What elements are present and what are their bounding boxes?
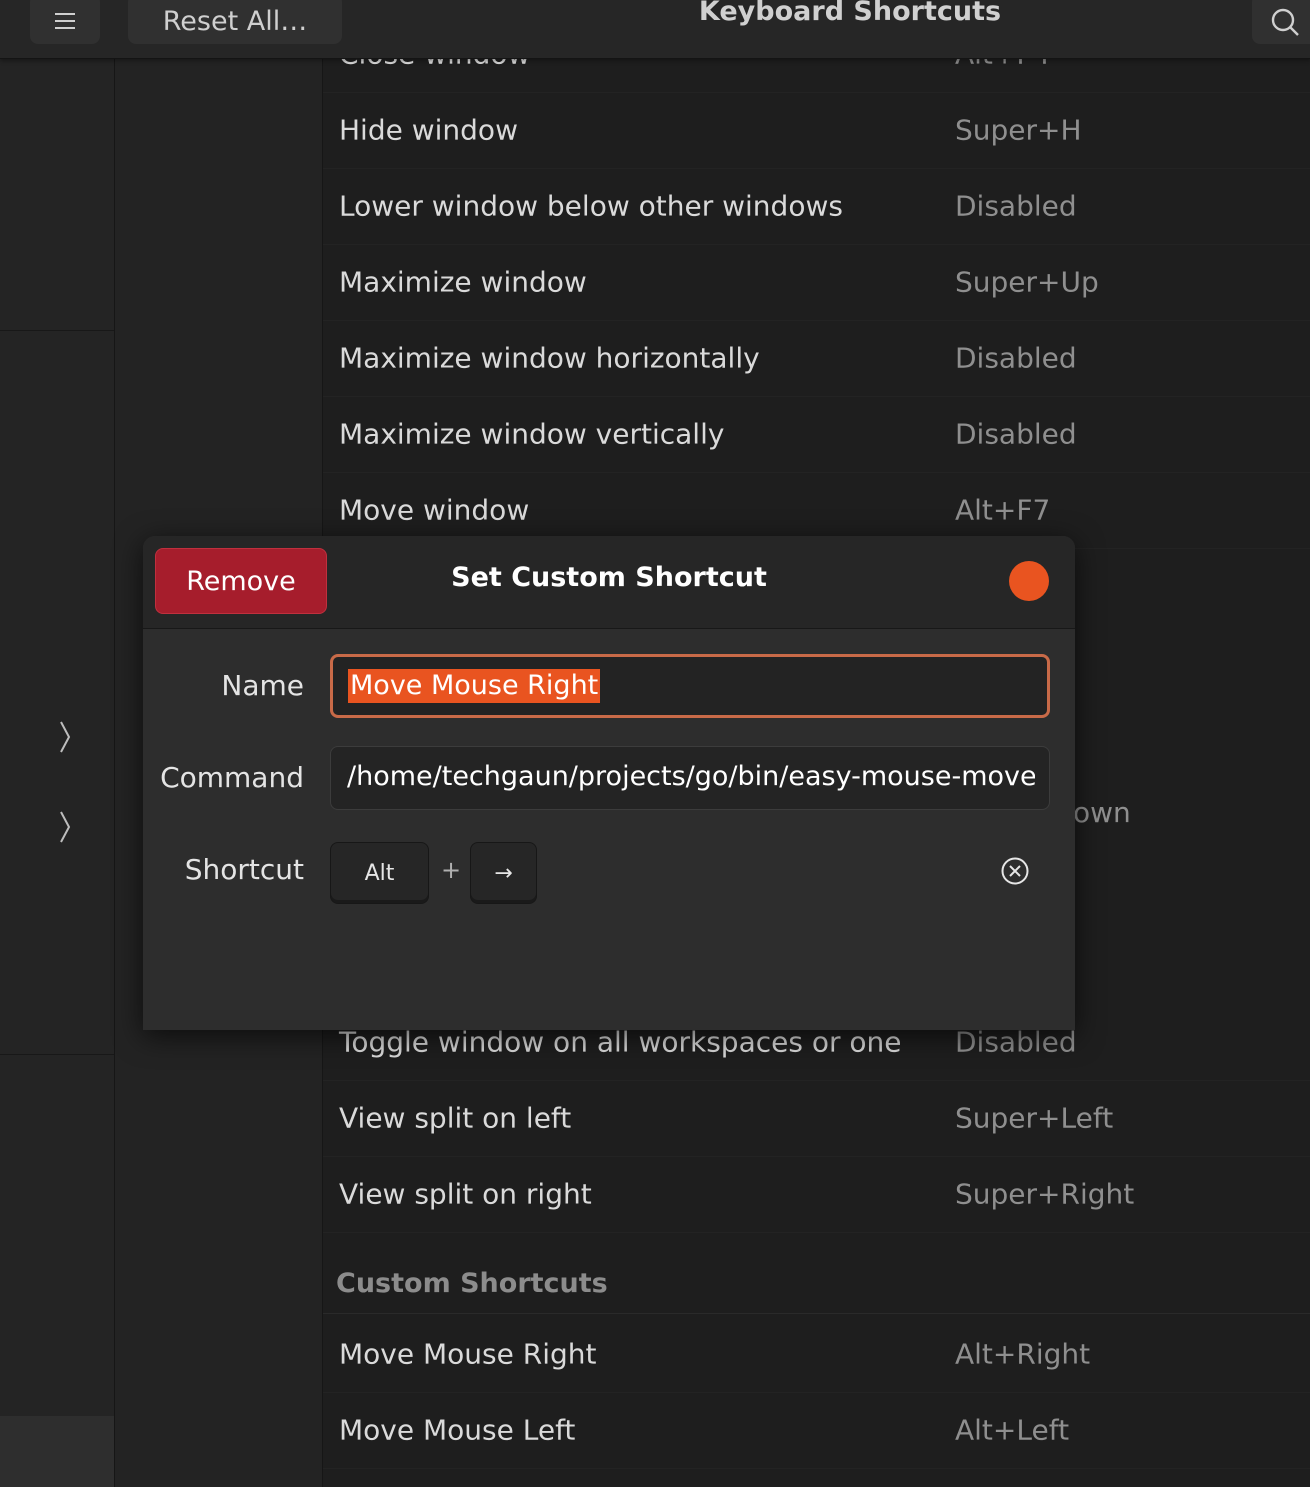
shortcut-accel: own	[1073, 796, 1131, 829]
shortcut-label: Maximize window	[339, 265, 587, 299]
shortcut-label: Shortcut	[184, 853, 304, 886]
command-label: Command	[160, 761, 304, 794]
shortcut-accel: Super+Up	[955, 265, 1099, 299]
shortcut-label: Move Mouse Left	[339, 1413, 576, 1447]
settings-sidebar	[0, 58, 115, 1487]
hamburger-menu-icon	[55, 13, 75, 29]
custom-shortcut-row[interactable]: Move Mouse Right Alt+Right	[323, 1316, 1310, 1393]
command-field[interactable]: /home/techgaun/projects/go/bin/easy-mous…	[330, 746, 1050, 810]
shortcut-row[interactable]: Hide window Super+H	[323, 92, 1310, 169]
shortcut-label: Maximize window vertically	[339, 417, 725, 451]
shortcut-label: Move window	[339, 493, 530, 527]
remove-button[interactable]: Remove	[155, 548, 327, 614]
custom-shortcuts-heading: Custom Shortcuts	[336, 1268, 608, 1299]
shortcut-label: View split on right	[339, 1177, 592, 1211]
shortcut-accel: Alt+Right	[955, 1337, 1091, 1371]
shortcut-label: Move Mouse Right	[339, 1337, 597, 1371]
close-icon[interactable]	[1009, 561, 1049, 601]
shortcut-key-right-arrow[interactable]: →	[470, 842, 537, 904]
chevron-right-icon[interactable]	[58, 810, 72, 848]
dialog-title: Set Custom Shortcut	[451, 562, 767, 593]
search-button[interactable]	[1252, 0, 1310, 44]
name-label: Name	[221, 669, 304, 702]
reset-all-button[interactable]: Reset All…	[128, 0, 342, 44]
header-bar: Reset All… Keyboard Shortcuts	[0, 0, 1310, 59]
main-menu-button[interactable]	[30, 0, 100, 44]
sidebar-divider	[0, 330, 114, 331]
command-field-value: /home/techgaun/projects/go/bin/easy-mous…	[347, 761, 1035, 792]
shortcut-row[interactable]: View split on right Super+Right	[323, 1156, 1310, 1233]
shortcut-key-alt[interactable]: Alt	[330, 842, 429, 904]
shortcut-row[interactable]: Maximize window Super+Up	[323, 244, 1310, 321]
shortcut-row[interactable]: Lower window below other windows Disable…	[323, 168, 1310, 245]
sidebar-divider	[0, 1054, 114, 1055]
shortcut-label: Lower window below other windows	[339, 189, 843, 223]
set-custom-shortcut-dialog: Remove Set Custom Shortcut Name Move Mou…	[143, 536, 1075, 1030]
custom-shortcut-row[interactable]: Move Mouse Left Alt+Left	[323, 1392, 1310, 1469]
window-title: Keyboard Shortcuts	[698, 0, 1002, 27]
shortcut-row[interactable]: Maximize window horizontally Disabled	[323, 320, 1310, 397]
shortcut-label: Hide window	[339, 113, 518, 147]
shortcut-label: View split on left	[339, 1101, 572, 1135]
sidebar-item[interactable]	[0, 1416, 114, 1487]
shortcut-accel: Alt+Left	[955, 1413, 1070, 1447]
shortcut-accel: Disabled	[955, 189, 1077, 223]
dialog-header: Remove Set Custom Shortcut	[143, 536, 1075, 629]
shortcut-accel: Super+H	[955, 113, 1082, 147]
section-divider	[323, 1313, 1310, 1314]
shortcut-accel: Disabled	[955, 417, 1077, 451]
name-field-value: Move Mouse Right	[348, 669, 601, 703]
shortcut-row[interactable]: View split on left Super+Left	[323, 1080, 1310, 1157]
clear-shortcut-icon[interactable]	[1000, 856, 1030, 890]
chevron-right-icon[interactable]	[58, 720, 72, 758]
search-icon	[1271, 8, 1299, 36]
shortcut-accel: Disabled	[955, 341, 1077, 375]
shortcut-accel: Disabled	[955, 1025, 1077, 1059]
reset-all-label: Reset All…	[162, 5, 308, 37]
plus-separator: +	[441, 856, 462, 884]
shortcut-accel: Super+Left	[955, 1101, 1114, 1135]
name-field[interactable]: Move Mouse Right	[330, 654, 1050, 718]
shortcut-label: Toggle window on all workspaces or one	[339, 1025, 902, 1059]
shortcut-row[interactable]: Maximize window vertically Disabled	[323, 396, 1310, 473]
shortcut-accel: Alt+F7	[955, 493, 1051, 527]
shortcut-accel: Super+Right	[955, 1177, 1135, 1211]
shortcut-label: Maximize window horizontally	[339, 341, 760, 375]
